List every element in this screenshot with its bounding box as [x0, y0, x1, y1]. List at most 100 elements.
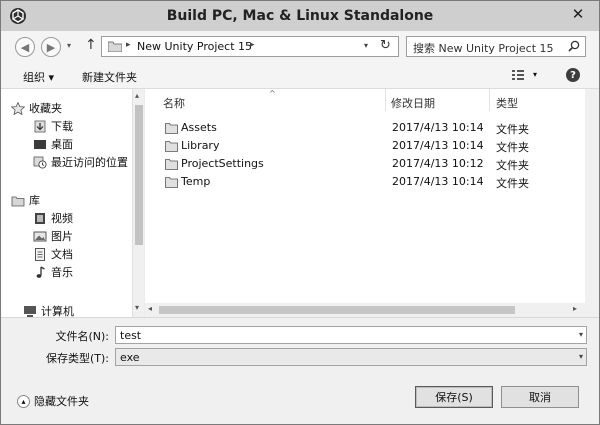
nav-item-downloads[interactable]: 下载: [33, 118, 73, 134]
column-header-date[interactable]: 修改日期: [391, 95, 435, 111]
hide-folders-toggle[interactable]: ▴ 隐藏文件夹: [17, 393, 89, 409]
save-button[interactable]: 保存(S): [415, 386, 493, 408]
address-bar[interactable]: ▸ New Unity Project 15 ▸ ▾ ↻: [101, 36, 399, 57]
library-icon: [11, 196, 25, 206]
folder-icon: [165, 177, 178, 188]
hide-folders-label: 隐藏文件夹: [34, 395, 89, 408]
sort-ascending-icon: ^: [269, 89, 276, 98]
file-type: 文件夹: [496, 141, 529, 154]
column-header-name[interactable]: 名称: [163, 95, 185, 111]
close-button[interactable]: ✕: [563, 2, 593, 26]
file-list-pane[interactable]: 名称 ^ 修改日期 类型 Assets 2017/4/13 10:14 文件夹 …: [145, 89, 585, 303]
download-icon: [34, 120, 46, 132]
file-date: 2017/4/13 10:12: [392, 157, 484, 170]
nav-item-recent-places[interactable]: 最近访问的位置: [33, 154, 128, 170]
picture-icon: [33, 231, 47, 241]
search-input[interactable]: 搜索 New Unity Project 15: [406, 36, 586, 57]
column-header-name-label: 名称: [163, 97, 185, 110]
chevron-up-icon: ▴: [17, 394, 30, 408]
search-icon[interactable]: [568, 40, 580, 52]
file-list-vertical-scrollbar[interactable]: [585, 89, 599, 317]
file-row[interactable]: Temp 2017/4/13 10:14 文件夹: [165, 173, 575, 191]
video-icon: [35, 212, 45, 224]
window-title: Build PC, Mac & Linux Standalone: [166, 8, 434, 24]
filename-history-dropdown[interactable]: ▾: [579, 330, 583, 339]
filename-value[interactable]: test: [120, 329, 141, 342]
view-options-icon[interactable]: [511, 68, 525, 82]
save-form-area: 文件名(N): test ▾ 保存类型(T): exe ▾ ▴ 隐藏文件夹 保存…: [1, 317, 599, 424]
scroll-right-arrow[interactable]: ▸: [573, 304, 577, 313]
file-date: 2017/4/13 10:14: [392, 139, 484, 152]
document-icon: [35, 247, 45, 261]
column-header-type[interactable]: 类型: [496, 95, 518, 111]
folder-icon: [165, 159, 178, 170]
nav-item-label: 音乐: [51, 266, 73, 279]
scroll-left-arrow[interactable]: ◂: [148, 304, 152, 313]
filetype-value: exe: [120, 351, 140, 364]
star-icon: [11, 101, 25, 115]
nav-item-videos[interactable]: 视频: [33, 210, 73, 226]
nav-item-label: 下载: [51, 120, 73, 133]
nav-item-label: 收藏夹: [29, 102, 62, 115]
nav-scrollbar[interactable]: ▴ ▾: [132, 89, 144, 317]
column-divider[interactable]: [385, 89, 386, 111]
file-name: Temp: [181, 175, 211, 188]
nav-item-music[interactable]: 音乐: [33, 264, 73, 280]
chevron-down-icon[interactable]: ▾: [579, 352, 583, 361]
folder-icon: [165, 123, 178, 134]
address-history-dropdown[interactable]: ▾: [364, 41, 368, 50]
scroll-down-arrow[interactable]: ▾: [135, 303, 139, 312]
file-type: 文件夹: [496, 159, 529, 172]
forward-button[interactable]: ▶: [41, 37, 61, 57]
file-type: 文件夹: [496, 123, 529, 136]
breadcrumb-separator[interactable]: ▸: [250, 40, 255, 50]
filetype-label: 保存类型(T):: [45, 352, 109, 365]
breadcrumb-separator[interactable]: ▸: [126, 40, 131, 50]
refresh-button[interactable]: ↻: [380, 38, 391, 53]
scroll-up-arrow[interactable]: ▴: [135, 91, 139, 100]
desktop-icon: [34, 139, 46, 149]
nav-item-label: 最近访问的位置: [51, 156, 128, 169]
recent-locations-dropdown[interactable]: ▾: [67, 41, 71, 50]
scroll-thumb[interactable]: [159, 306, 515, 314]
search-placeholder: 搜索 New Unity Project 15: [413, 42, 554, 55]
nav-item-label: 库: [29, 194, 40, 207]
nav-item-documents[interactable]: 文档: [33, 246, 73, 262]
nav-item-desktop[interactable]: 桌面: [33, 136, 73, 152]
cancel-button[interactable]: 取消: [501, 386, 579, 408]
navigation-pane[interactable]: 收藏夹 下载 桌面 最近访问的位置 库 视频 图片 文档 音乐 计算机: [1, 89, 144, 318]
computer-icon: [24, 305, 36, 317]
recent-places-icon: [33, 156, 47, 169]
file-date: 2017/4/13 10:14: [392, 121, 484, 134]
help-icon[interactable]: ?: [566, 68, 580, 82]
title-bar[interactable]: Build PC, Mac & Linux Standalone ✕: [1, 1, 599, 31]
organize-button[interactable]: 组织 ▾: [23, 69, 54, 85]
file-name: Assets: [181, 121, 217, 134]
scroll-thumb[interactable]: [135, 105, 143, 245]
nav-item-label: 视频: [51, 212, 73, 225]
up-folder-button[interactable]: ↑: [85, 37, 97, 53]
filename-label: 文件名(N):: [55, 330, 109, 343]
file-type: 文件夹: [496, 177, 529, 190]
file-date: 2017/4/13 10:14: [392, 175, 484, 188]
filetype-select[interactable]: exe ▾: [115, 348, 587, 366]
file-row[interactable]: ProjectSettings 2017/4/13 10:12 文件夹: [165, 155, 575, 173]
filename-field[interactable]: test ▾: [115, 326, 587, 344]
breadcrumb-current-folder[interactable]: New Unity Project 15: [137, 40, 252, 53]
view-dropdown[interactable]: ▾: [533, 70, 537, 79]
nav-item-libraries[interactable]: 库: [11, 192, 40, 208]
file-name: ProjectSettings: [181, 157, 264, 170]
nav-item-pictures[interactable]: 图片: [33, 228, 73, 244]
back-button[interactable]: ◀: [15, 37, 35, 57]
new-folder-button[interactable]: 新建文件夹: [82, 69, 137, 85]
file-row[interactable]: Assets 2017/4/13 10:14 文件夹: [165, 119, 575, 137]
address-row: ◀ ▶ ▾ ↑ ▸ New Unity Project 15 ▸ ▾ ↻ 搜索 …: [1, 31, 599, 63]
save-dialog-window: Build PC, Mac & Linux Standalone ✕ ◀ ▶ ▾…: [0, 0, 600, 425]
nav-item-favorites[interactable]: 收藏夹: [11, 100, 62, 116]
folder-icon: [108, 41, 122, 52]
nav-item-label: 文档: [51, 248, 73, 261]
file-list-horizontal-scrollbar[interactable]: ◂ ▸: [145, 303, 585, 317]
column-divider[interactable]: [489, 89, 490, 111]
file-row[interactable]: Library 2017/4/13 10:14 文件夹: [165, 137, 575, 155]
folder-icon: [165, 141, 178, 152]
